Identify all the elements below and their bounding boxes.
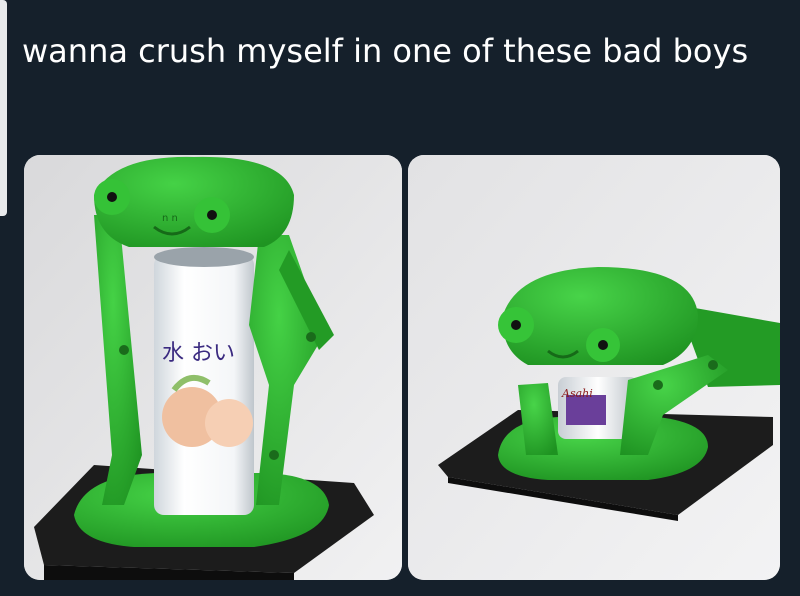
can-brand-text: Asahi <box>561 387 593 400</box>
frog-crusher-open-illustration: 水 おい n n <box>24 155 402 580</box>
can-label-text: 水 おい <box>162 341 235 366</box>
photo-frog-crusher-open[interactable]: 水 おい n n <box>24 155 402 580</box>
photo-frog-crusher-closed[interactable]: Asahi <box>408 155 780 580</box>
post-caption: wanna crush myself in one of these bad b… <box>22 32 749 70</box>
frog-crusher-closed-illustration: Asahi <box>408 155 780 580</box>
scroll-indicator[interactable] <box>0 0 7 216</box>
svg-text:n n: n n <box>162 213 178 224</box>
